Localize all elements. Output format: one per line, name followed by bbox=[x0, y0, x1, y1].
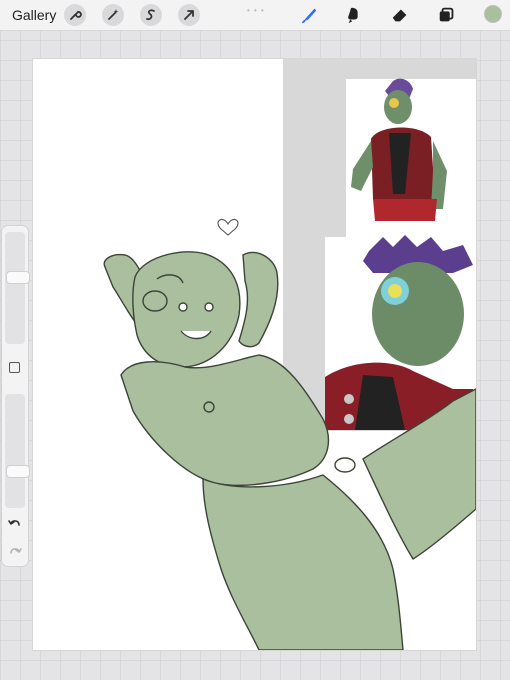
color-picker-button[interactable] bbox=[484, 5, 502, 23]
actions-wrench-button[interactable] bbox=[64, 4, 86, 26]
canvas-artwork bbox=[103, 59, 476, 650]
smudge-button[interactable] bbox=[343, 4, 365, 26]
opacity-thumb[interactable] bbox=[7, 466, 29, 477]
reference-image-top bbox=[346, 78, 476, 244]
smudge-icon bbox=[348, 7, 358, 24]
modify-button[interactable] bbox=[9, 362, 20, 373]
brush-icon bbox=[301, 8, 317, 24]
top-toolbar: Gallery • • • bbox=[0, 0, 510, 31]
drawing-canvas[interactable] bbox=[33, 59, 476, 650]
layers-icon bbox=[439, 7, 454, 22]
gallery-button[interactable]: Gallery bbox=[12, 7, 56, 23]
left-sidebar bbox=[2, 226, 29, 566]
magic-wand-icon bbox=[108, 9, 119, 20]
opacity-slider[interactable] bbox=[5, 394, 29, 508]
eraser-button[interactable] bbox=[389, 4, 411, 26]
toolbar-grip[interactable]: • • • bbox=[247, 6, 265, 15]
redo-icon bbox=[10, 548, 22, 554]
redo-button[interactable] bbox=[7, 544, 23, 560]
transform-arrow-icon bbox=[184, 10, 194, 20]
heart-doodle bbox=[217, 218, 239, 236]
selection-button[interactable] bbox=[140, 4, 162, 26]
layers-button[interactable] bbox=[436, 4, 458, 26]
brush-size-slider[interactable] bbox=[5, 232, 29, 344]
brush-size-thumb[interactable] bbox=[7, 272, 29, 283]
wrench-icon bbox=[70, 11, 82, 20]
transform-button[interactable] bbox=[178, 4, 200, 26]
undo-icon bbox=[8, 520, 20, 526]
eraser-icon bbox=[392, 9, 407, 22]
undo-button[interactable] bbox=[7, 516, 23, 532]
selection-icon bbox=[146, 9, 155, 21]
brush-button[interactable] bbox=[298, 4, 320, 26]
adjustments-button[interactable] bbox=[102, 4, 124, 26]
